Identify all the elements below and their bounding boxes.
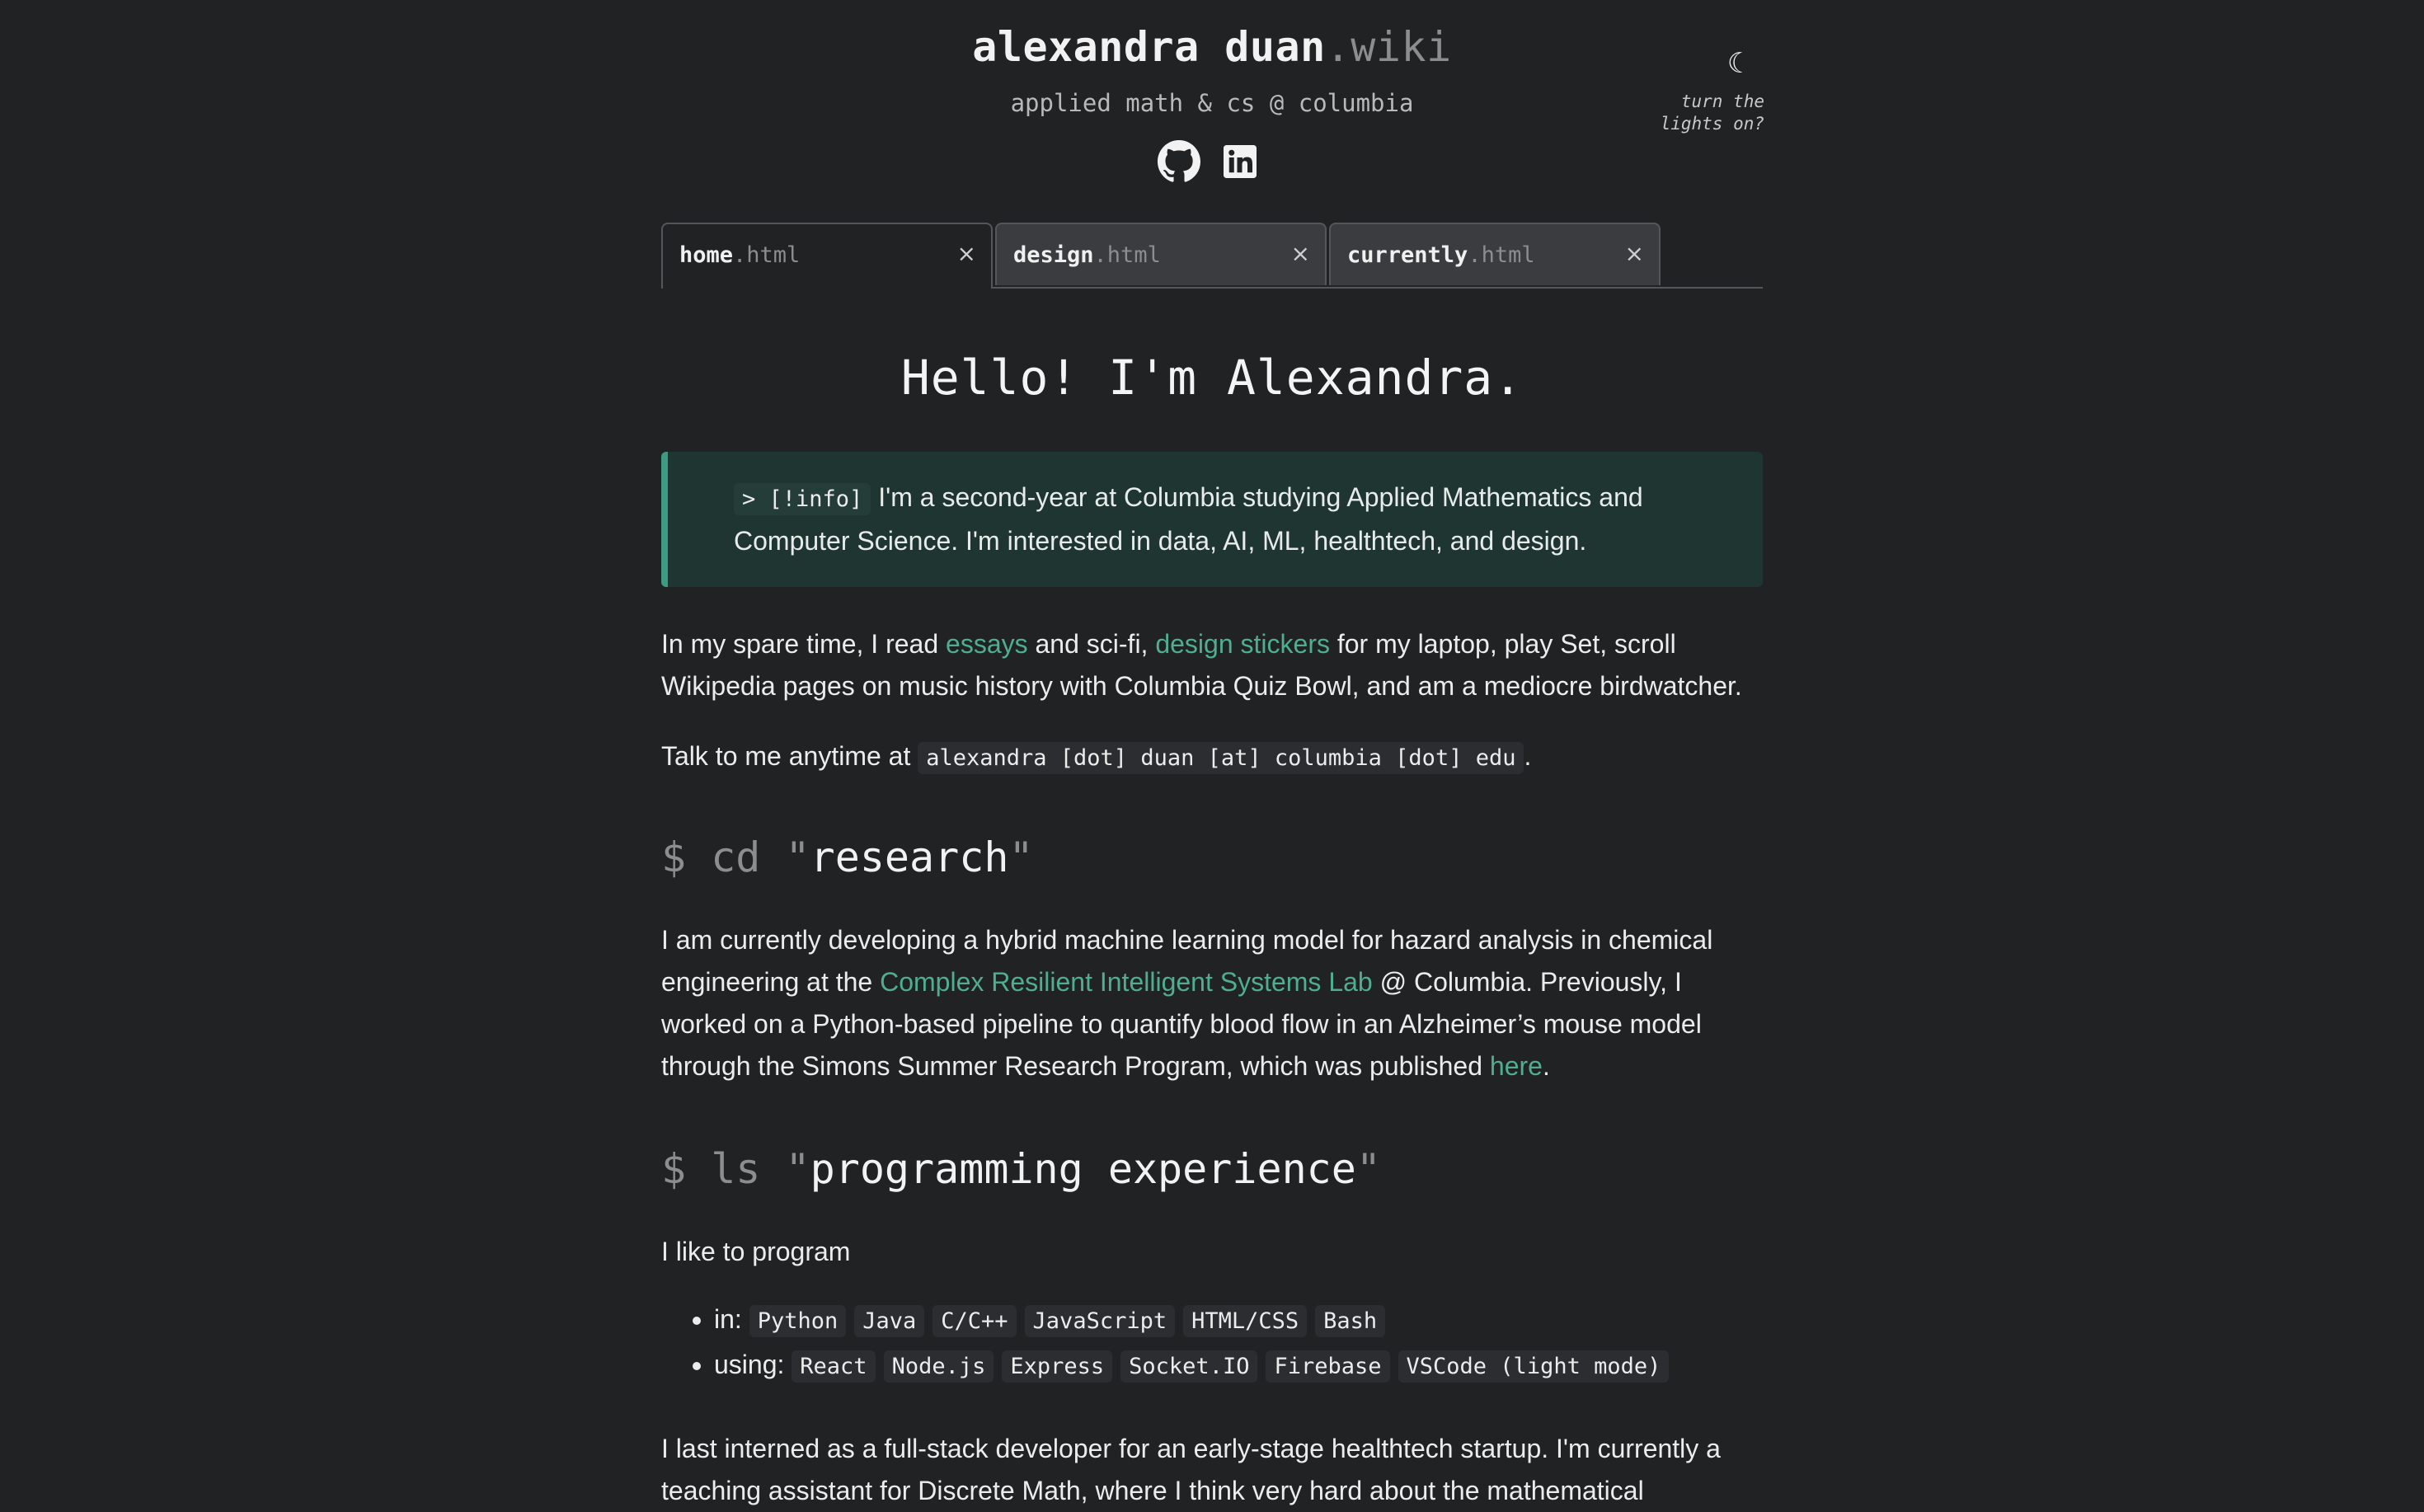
tab-design-label: design.html	[1013, 242, 1161, 268]
tools-item: using: ReactNode.jsExpressSocket.IOFireb…	[714, 1343, 1763, 1388]
tab-home-label: home.html	[679, 242, 801, 268]
page-heading: Hello! I'm Alexandra.	[900, 350, 1524, 406]
language-tag: Python	[749, 1305, 847, 1337]
theme-toggle-moon-icon[interactable]: ☾	[1723, 45, 1756, 82]
cris-lab-link[interactable]: Complex Resilient Intelligent Systems La…	[880, 967, 1373, 997]
tab-currently[interactable]: currently.html ×	[1329, 223, 1661, 285]
publication-link[interactable]: here	[1490, 1051, 1543, 1081]
tool-tag: Express	[1002, 1350, 1113, 1383]
tab-design-close-icon[interactable]: ×	[1291, 241, 1310, 267]
tab-home[interactable]: home.html ×	[661, 223, 993, 289]
essays-link[interactable]: essays	[946, 629, 1028, 659]
tool-tag: Node.js	[883, 1350, 994, 1383]
language-tag: HTML/CSS	[1183, 1305, 1308, 1337]
info-callout-text: I'm a second-year at Columbia studying A…	[734, 482, 1643, 556]
info-callout-tag: > [!info]	[734, 483, 871, 515]
tab-currently-label: currently.html	[1347, 242, 1535, 268]
research-heading: $ cd "research"	[661, 833, 1034, 881]
site-title: alexandra duan.wiki	[0, 23, 2424, 71]
spare-time-paragraph: In my spare time, I read essays and sci-…	[661, 629, 1742, 701]
language-tag: Java	[854, 1305, 925, 1337]
info-callout: > [!info] I'm a second-year at Columbia …	[661, 452, 1763, 587]
tool-tag: React	[792, 1350, 876, 1383]
github-icon[interactable]	[1158, 140, 1200, 183]
tool-tag: Firebase	[1266, 1350, 1390, 1383]
skills-list: in: PythonJavaC/C++JavaScriptHTML/CSSBas…	[661, 1298, 1763, 1388]
internship-paragraph: I last interned as a full-stack develope…	[661, 1434, 1721, 1505]
contact-email: alexandra [dot] duan [at] columbia [dot]…	[918, 742, 1524, 774]
tool-tag: VSCode (light mode)	[1398, 1350, 1670, 1383]
research-paragraph: I am currently developing a hybrid machi…	[661, 925, 1713, 1081]
tool-tag: Socket.IO	[1120, 1350, 1258, 1383]
contact-paragraph: Talk to me anytime at alexandra [dot] du…	[661, 735, 1763, 779]
file-tabs: home.html × design.html × currently.html…	[661, 223, 1763, 289]
programming-heading: $ ls "programming experience"	[661, 1145, 1381, 1193]
site-title-name: alexandra duan	[972, 23, 1326, 71]
tab-design[interactable]: design.html ×	[995, 223, 1327, 285]
language-tag: Bash	[1315, 1305, 1386, 1337]
languages-item: in: PythonJavaC/C++JavaScriptHTML/CSSBas…	[714, 1298, 1763, 1343]
tab-currently-close-icon[interactable]: ×	[1625, 241, 1644, 267]
language-tag: JavaScript	[1024, 1305, 1176, 1337]
site-subtitle: applied math & cs @ columbia	[1010, 89, 1414, 117]
linkedin-icon[interactable]	[1224, 145, 1257, 178]
site-title-ext: .wiki	[1325, 23, 1452, 71]
language-tag: C/C++	[932, 1305, 1017, 1337]
design-stickers-link[interactable]: design stickers	[1155, 629, 1330, 659]
tab-home-close-icon[interactable]: ×	[957, 241, 976, 267]
social-links	[1158, 140, 1257, 183]
main-content: Hello! I'm Alexandra. > [!info] I'm a se…	[661, 330, 1763, 1512]
theme-hint: turn the lights on?	[1660, 92, 1764, 134]
programming-intro: I like to program	[661, 1237, 851, 1266]
